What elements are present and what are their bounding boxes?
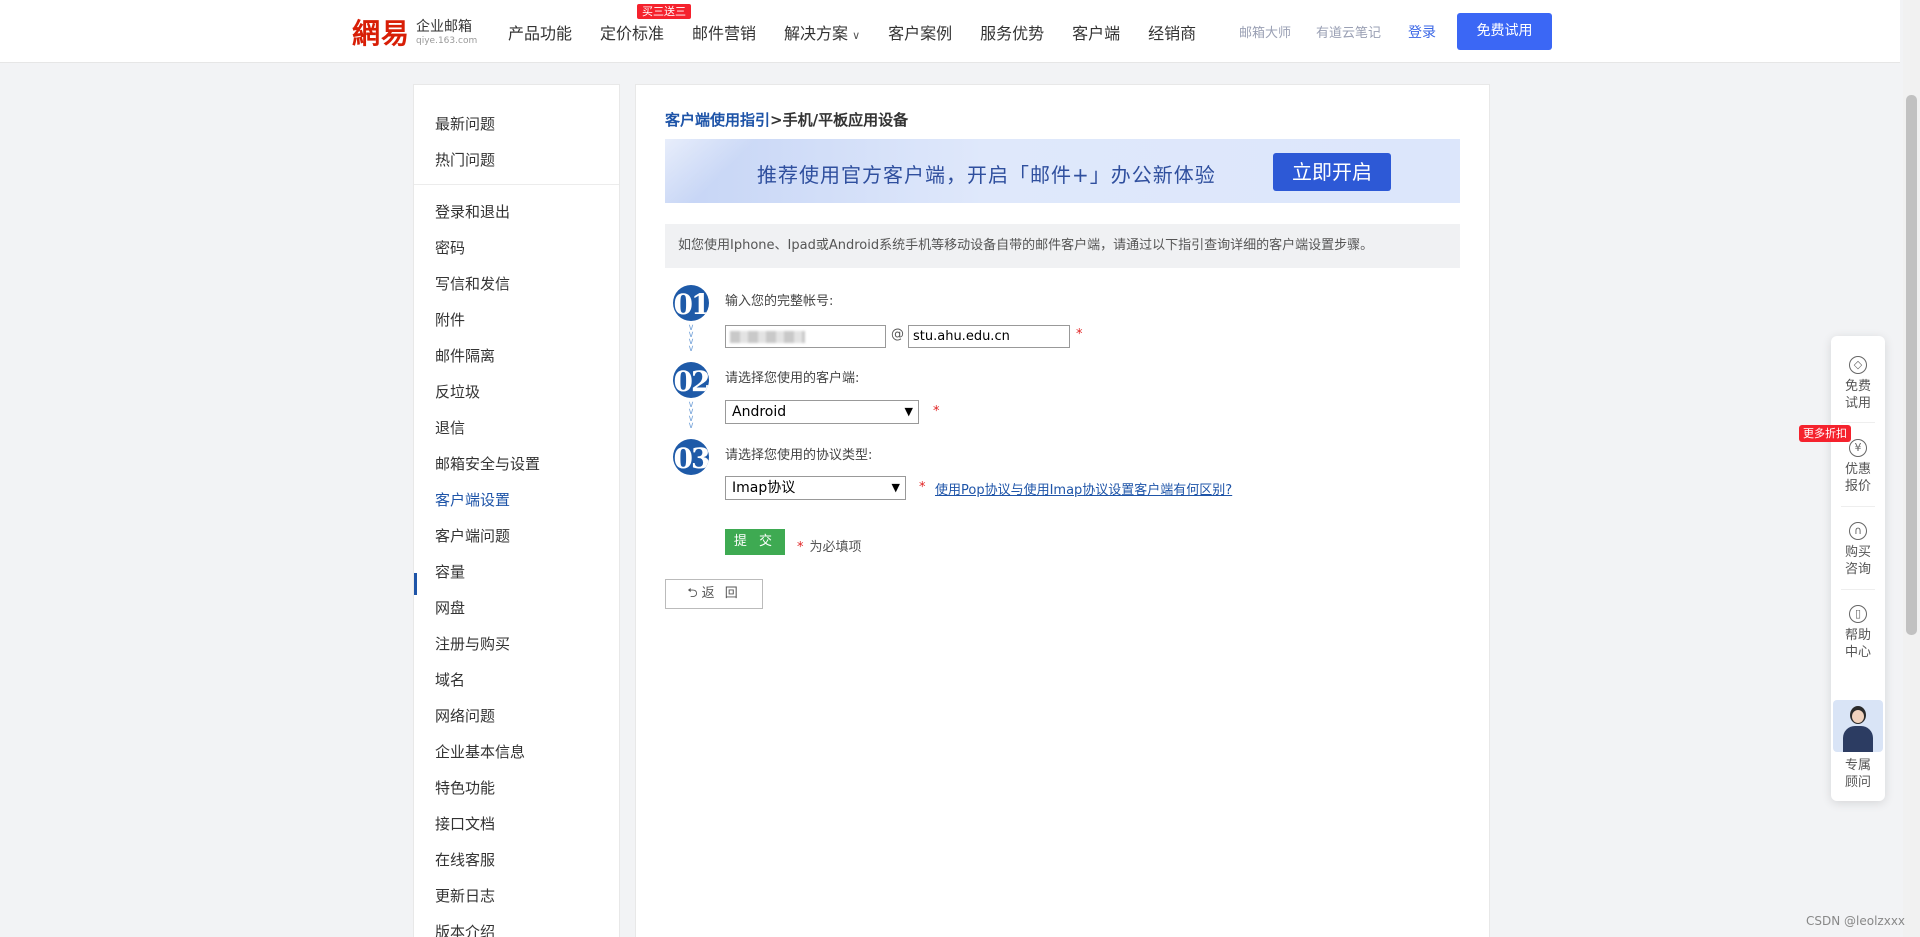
- float-discount-quote[interactable]: ¥ 优惠 报价: [1831, 439, 1885, 495]
- sidebar-item-network-issues[interactable]: 网络问题: [435, 705, 495, 726]
- sidebar-item-compose-send[interactable]: 写信和发信: [435, 273, 510, 294]
- required-mark: *: [919, 480, 926, 495]
- nav-customer-cases[interactable]: 客户案例: [888, 20, 952, 44]
- advisor-avatar[interactable]: [1833, 700, 1883, 752]
- banner-text: 推荐使用官方客户端，开启「邮件+」办公新体验: [757, 163, 1216, 187]
- nav-client[interactable]: 客户端: [1072, 20, 1120, 44]
- more-discount-badge: 更多折扣: [1799, 425, 1851, 442]
- logo-domain: qiye.163.com: [416, 35, 478, 46]
- book-icon: ▯: [1849, 605, 1867, 623]
- sidebar-divider: [414, 184, 619, 185]
- promo-banner[interactable]: 推荐使用官方客户端，开启「邮件+」办公新体验 立即开启: [665, 139, 1460, 203]
- sidebar-item-hot-questions[interactable]: 热门问题: [435, 149, 495, 170]
- nav-solutions[interactable]: 解决方案 ∨: [784, 20, 860, 44]
- sidebar-item-attachments[interactable]: 附件: [435, 309, 465, 330]
- step-connector-arrows: ∨ ∨ ∨ ∨: [687, 400, 695, 431]
- instruction-notice: 如您使用Iphone、Ipad或Android系统手机等移动设备自带的邮件客户端…: [665, 224, 1460, 268]
- sidebar-item-capacity[interactable]: 容量: [435, 561, 465, 582]
- chevron-down-icon: ▼: [904, 405, 913, 418]
- sidebar-item-password[interactable]: 密码: [435, 237, 465, 258]
- required-mark: *: [933, 404, 940, 419]
- exclusive-advisor-label[interactable]: 专属 顾问: [1831, 757, 1885, 791]
- login-link[interactable]: 登录: [1408, 22, 1436, 42]
- nav-email-marketing[interactable]: 邮件营销: [692, 20, 756, 44]
- diamond-icon: ◇: [1849, 356, 1867, 374]
- nav-dealers[interactable]: 经销商: [1148, 20, 1196, 44]
- open-now-button[interactable]: 立即开启: [1273, 153, 1391, 191]
- banner-decoration: [665, 139, 755, 203]
- required-mark: *: [1076, 327, 1083, 342]
- sidebar-item-mail-quarantine[interactable]: 邮件隔离: [435, 345, 495, 366]
- back-arrow-icon: ⮌: [687, 586, 698, 601]
- sidebar-item-domain[interactable]: 域名: [435, 669, 465, 690]
- float-purchase-consult[interactable]: ∩ 购买 咨询: [1831, 522, 1885, 578]
- main-content: 客户端使用指引>手机/平板应用设备 推荐使用官方客户端，开启「邮件+」办公新体验…: [635, 84, 1490, 937]
- protocol-difference-link[interactable]: 使用Pop协议与使用Imap协议设置客户端有何区别?: [935, 479, 1232, 498]
- free-trial-button[interactable]: 免费试用: [1457, 13, 1552, 50]
- logo-title: 企业邮箱: [416, 18, 473, 35]
- promo-badge: 买三送三: [637, 4, 691, 19]
- sidebar-item-client-settings[interactable]: 客户端设置: [435, 489, 510, 510]
- sidebar-item-client-issues[interactable]: 客户端问题: [435, 525, 510, 546]
- yuan-icon: ¥: [1849, 439, 1867, 457]
- protocol-select[interactable]: Imap协议 ▼: [725, 476, 906, 500]
- client-select[interactable]: Android ▼: [725, 400, 919, 424]
- step-02-label: 请选择您使用的客户端:: [725, 371, 860, 386]
- mail-master-link[interactable]: 邮箱大师: [1239, 22, 1291, 41]
- sidebar-item-login-logout[interactable]: 登录和退出: [435, 201, 510, 222]
- domain-input[interactable]: stu.ahu.edu.cn: [908, 325, 1070, 348]
- netease-logo[interactable]: 網易 企业邮箱 qiye.163.com: [352, 12, 477, 52]
- sidebar-item-api-docs[interactable]: 接口文档: [435, 813, 495, 834]
- sidebar-item-security-settings[interactable]: 邮箱安全与设置: [435, 453, 540, 474]
- sidebar-item-company-info[interactable]: 企业基本信息: [435, 741, 525, 762]
- step-01-label: 输入您的完整帐号:: [725, 294, 834, 309]
- scrollbar-thumb[interactable]: [1906, 95, 1917, 635]
- step-03-label: 请选择您使用的协议类型:: [725, 448, 873, 463]
- sidebar-item-anti-spam[interactable]: 反垃圾: [435, 381, 480, 402]
- faq-sidebar: 最新问题 热门问题 登录和退出 密码 写信和发信 附件 邮件隔离 反垃圾 退信 …: [413, 84, 620, 937]
- nav-service-advantages[interactable]: 服务优势: [980, 20, 1044, 44]
- logo-mark: 網易: [352, 17, 411, 50]
- chevron-down-icon: ▼: [891, 481, 900, 494]
- sidebar-item-netdisk[interactable]: 网盘: [435, 597, 465, 618]
- redacted-username: [730, 331, 805, 343]
- top-navbar: 網易 企业邮箱 qiye.163.com 产品功能 定价标准 邮件营销 解决方案…: [0, 0, 1900, 63]
- sidebar-item-online-support[interactable]: 在线客服: [435, 849, 495, 870]
- sidebar-item-latest-questions[interactable]: 最新问题: [435, 113, 495, 134]
- csdn-watermark: CSDN @leolzxxx: [1806, 914, 1906, 928]
- breadcrumb-client-guide[interactable]: 客户端使用指引: [665, 111, 770, 129]
- breadcrumb-current: 手机/平板应用设备: [782, 111, 909, 129]
- at-sign: @: [891, 327, 904, 342]
- chevron-down-icon: ∨: [852, 29, 861, 42]
- main-nav: 产品功能 定价标准 邮件营销 解决方案 ∨ 客户案例 服务优势 客户端 经销商: [508, 20, 1224, 44]
- account-name-input[interactable]: [725, 325, 886, 348]
- youdao-note-link[interactable]: 有道云笔记: [1316, 22, 1381, 41]
- sidebar-item-changelog[interactable]: 更新日志: [435, 885, 495, 906]
- nav-pricing[interactable]: 定价标准: [600, 20, 664, 44]
- breadcrumb: 客户端使用指引>手机/平板应用设备: [665, 109, 908, 130]
- step-01-icon: 01: [673, 285, 709, 321]
- back-button[interactable]: ⮌ 返 回: [665, 579, 763, 609]
- float-help-center[interactable]: ▯ 帮助 中心: [1831, 605, 1885, 661]
- sidebar-item-bounce[interactable]: 退信: [435, 417, 465, 438]
- sidebar-item-register-purchase[interactable]: 注册与购买: [435, 633, 510, 654]
- nav-product-features[interactable]: 产品功能: [508, 20, 572, 44]
- sidebar-item-version-intro[interactable]: 版本介绍: [435, 921, 495, 937]
- step-02-icon: 02: [673, 362, 709, 398]
- step-03-icon: 03: [673, 439, 709, 475]
- sidebar-item-special-features[interactable]: 特色功能: [435, 777, 495, 798]
- float-free-trial[interactable]: ◇ 免费 试用: [1831, 356, 1885, 412]
- headset-icon: ∩: [1849, 522, 1867, 540]
- active-indicator: [414, 573, 417, 595]
- step-connector-arrows: ∨ ∨ ∨ ∨: [687, 323, 695, 354]
- breadcrumb-separator: >: [770, 111, 783, 129]
- submit-button[interactable]: 提 交: [725, 529, 785, 555]
- required-note: * 为必填项: [797, 540, 862, 555]
